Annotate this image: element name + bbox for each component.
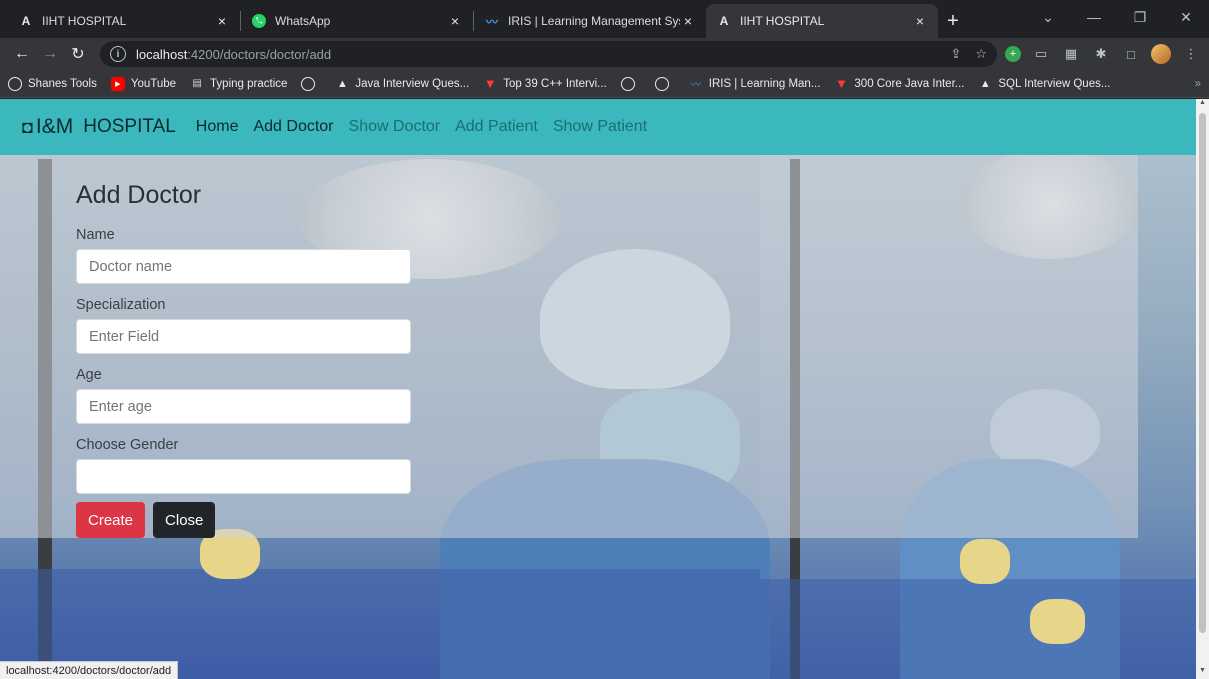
tab-title: IIHT HOSPITAL [740, 14, 825, 28]
v-logo-icon: ▼ [834, 76, 848, 91]
menu-kebab-icon[interactable]: ⋮ [1181, 44, 1201, 64]
bookmark-java-interview[interactable]: ▲ Java Interview Ques... [335, 77, 469, 91]
scroll-up-icon[interactable]: ▲ [1196, 99, 1209, 111]
new-tab-button[interactable]: + [938, 4, 968, 38]
back-icon[interactable]: ← [8, 40, 36, 68]
angular-a-icon: A [719, 14, 729, 28]
browser-toolbar: ← → ↻ i localhost :4200/doctors/doctor/a… [0, 38, 1209, 70]
window-controls: ⌄ — ❐ ✕ [1025, 0, 1209, 34]
nav-show-patient[interactable]: Show Patient [553, 118, 647, 136]
bookmark-core-java[interactable]: ▼ 300 Core Java Inter... [834, 76, 964, 91]
form-actions: Create Close [76, 502, 416, 538]
bookmark-youtube[interactable]: ▶ YouTube [110, 76, 176, 91]
nav-add-patient[interactable]: Add Patient [455, 118, 538, 136]
share-icon[interactable]: ⇪ [950, 46, 961, 62]
specialization-input[interactable] [76, 319, 411, 354]
app-navbar: ◘ I&M HOSPITAL Home Add Doctor Show Doct… [0, 99, 1196, 155]
create-button[interactable]: Create [76, 502, 146, 538]
tab-iris[interactable]: 〰 IRIS | Learning Management Syst × [474, 4, 706, 38]
gender-select[interactable] [76, 459, 411, 494]
triangle-icon: ▲ [336, 77, 348, 90]
nav-show-doctor[interactable]: Show Doctor [349, 118, 441, 136]
star-icon[interactable]: ☆ [975, 46, 987, 62]
tab-search-icon[interactable]: ⌄ [1025, 0, 1071, 34]
page-title: Add Doctor [76, 181, 202, 209]
extension-window-icon[interactable]: ▭ [1031, 44, 1051, 64]
bookmark-iris[interactable]: 〰 IRIS | Learning Man... [689, 77, 821, 92]
scrollbar-thumb[interactable] [1199, 113, 1206, 633]
reload-icon[interactable]: ↻ [64, 40, 92, 68]
age-input[interactable] [76, 389, 411, 424]
nav-add-doctor[interactable]: Add Doctor [253, 118, 333, 136]
close-tab-icon[interactable]: × [214, 13, 230, 29]
globe-icon [8, 76, 22, 91]
whatsapp-icon [251, 13, 267, 29]
doctor-name-input[interactable] [76, 249, 411, 284]
side-panel-icon[interactable]: □ [1121, 44, 1141, 64]
folder-icon: ▤ [192, 78, 202, 89]
bookmark-globe-3[interactable] [654, 76, 675, 91]
nav-home[interactable]: Home [196, 118, 239, 136]
brand-logo-text: I&M [35, 115, 74, 138]
address-bar[interactable]: i localhost :4200/doctors/doctor/add ⇪ ☆ [100, 41, 997, 67]
add-doctor-form: Add Doctor Name Specialization Age Choos… [76, 181, 416, 538]
tab-title: IIHT HOSPITAL [42, 14, 127, 28]
extension-calendar-icon[interactable]: ▦ [1061, 44, 1081, 64]
bookmark-cpp-interview[interactable]: ▼ Top 39 C++ Intervi... [483, 76, 607, 91]
page-viewport: ◘ I&M HOSPITAL Home Add Doctor Show Doct… [0, 99, 1196, 679]
bookmarks-bar: Shanes Tools ▶ YouTube ▤ Typing practice ▲… [0, 70, 1209, 98]
url-path: :4200/doctors/doctor/add [187, 46, 332, 62]
extensions-area: + ▭ ▦ ✱ □ ⋮ [1005, 44, 1201, 64]
restore-icon[interactable]: ❐ [1117, 0, 1163, 34]
brand[interactable]: ◘ I&M HOSPITAL [22, 115, 176, 139]
close-window-icon[interactable]: ✕ [1163, 0, 1209, 34]
info-icon[interactable]: i [110, 46, 126, 62]
globe-icon [654, 76, 669, 91]
url-host: localhost [136, 46, 188, 62]
omnibox-actions: ⇪ ☆ [950, 46, 987, 62]
globe-icon [620, 76, 635, 91]
minimize-icon[interactable]: — [1071, 0, 1117, 34]
bookmark-sql-interview[interactable]: ▲ SQL Interview Ques... [978, 77, 1111, 91]
tab-iiht-hospital-active[interactable]: A IIHT HOSPITAL × [706, 4, 938, 38]
profile-avatar-icon[interactable] [1151, 44, 1171, 64]
tab-iiht-hospital-1[interactable]: A IIHT HOSPITAL × [8, 4, 240, 38]
bookmark-shanes-tools[interactable]: Shanes Tools [8, 76, 97, 91]
bookmark-typing-practice[interactable]: ▤ Typing practice [190, 77, 287, 91]
brand-name: HOSPITAL [83, 116, 176, 137]
bookmark-globe-1[interactable] [301, 76, 321, 91]
iris-icon: 〰 [690, 80, 701, 91]
tab-whatsapp[interactable]: WhatsApp × [241, 4, 473, 38]
bookmarks-overflow-icon[interactable]: » [1195, 78, 1201, 90]
globe-icon [301, 76, 316, 91]
age-label: Age [76, 367, 102, 383]
v-logo-icon: ▼ [483, 76, 497, 91]
iris-icon: 〰 [485, 14, 498, 29]
name-label: Name [76, 227, 115, 243]
gender-label: Choose Gender [76, 437, 179, 453]
extensions-puzzle-icon[interactable]: ✱ [1091, 44, 1111, 64]
tab-title: WhatsApp [275, 14, 331, 28]
close-tab-icon[interactable]: × [447, 13, 463, 29]
page-scrollbar[interactable]: ▲ ▼ [1196, 99, 1209, 679]
specialization-label: Specialization [76, 297, 166, 313]
close-tab-icon[interactable]: × [912, 13, 928, 29]
bookmark-globe-2[interactable] [620, 76, 641, 91]
scroll-down-icon[interactable]: ▼ [1196, 667, 1209, 679]
tab-title: IRIS | Learning Management Syst [508, 14, 680, 28]
triangle-icon: ▲ [979, 77, 991, 90]
extension-plus-icon[interactable]: + [1005, 46, 1021, 62]
youtube-icon: ▶ [110, 76, 125, 91]
close-button[interactable]: Close [153, 502, 216, 538]
angular-a-icon: A [21, 14, 31, 28]
close-tab-icon[interactable]: × [680, 13, 696, 29]
tab-strip: A IIHT HOSPITAL × WhatsApp × 〰 IRIS | Le… [0, 0, 1209, 38]
forward-icon[interactable]: → [36, 40, 64, 68]
hospital-logo-icon: ◘ [22, 116, 33, 137]
status-bar-url: localhost:4200/doctors/doctor/add [0, 661, 179, 679]
